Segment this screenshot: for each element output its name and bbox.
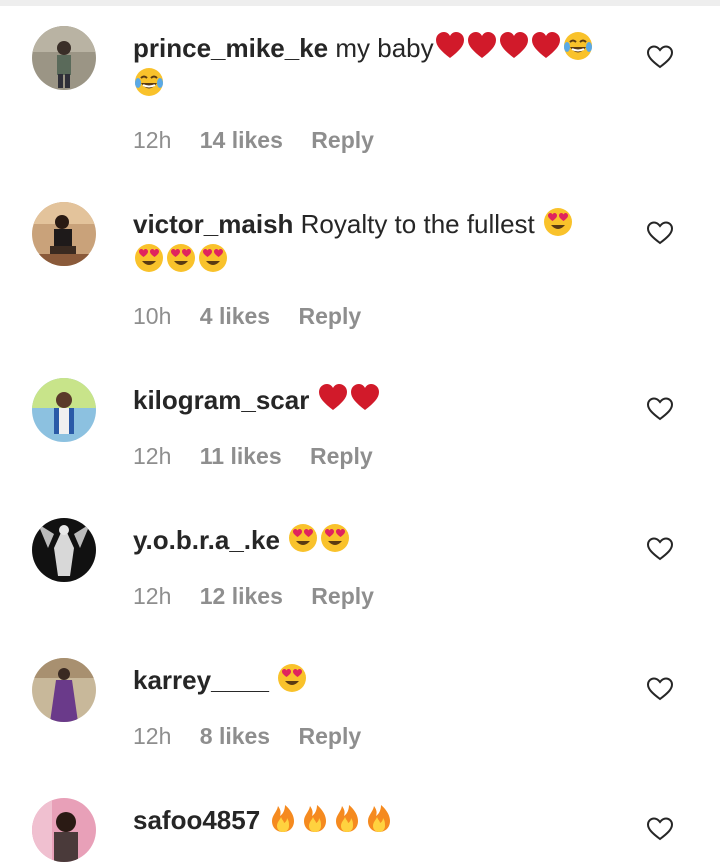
comment-username[interactable]: victor_maish (133, 209, 293, 239)
comment-meta: 10h 4 likes Reply (133, 302, 361, 330)
avatar[interactable] (32, 798, 96, 862)
heart-eyes-icon (165, 242, 197, 274)
heart-outline-icon[interactable] (646, 676, 674, 702)
comment-text: prince_mike_ke my baby (133, 30, 613, 102)
comment-meta: 12h 11 likes Reply (133, 442, 373, 470)
heart-eyes-icon (197, 242, 229, 274)
comment-text: safoo4857 (133, 802, 613, 838)
comment-meta: 12h 14 likes Reply (133, 126, 374, 154)
comment-username[interactable]: kilogram_scar (133, 385, 309, 415)
avatar[interactable] (32, 378, 96, 442)
comment-time: 10h (133, 303, 172, 329)
red-heart-icon (530, 30, 562, 62)
red-heart-icon (317, 382, 349, 414)
comment-username[interactable]: y.o.b.r.a_.ke (133, 525, 280, 555)
fire-icon (267, 802, 299, 834)
comment-time: 12h (133, 443, 172, 469)
comment-likes[interactable]: 14 likes (200, 127, 283, 153)
comment-username[interactable]: safoo4857 (133, 805, 260, 835)
red-heart-icon (434, 30, 466, 62)
heart-eyes-icon (542, 206, 574, 238)
red-heart-icon (498, 30, 530, 62)
reply-button[interactable]: Reply (311, 127, 374, 153)
red-heart-icon (349, 382, 381, 414)
comment-meta: 12h 8 likes Reply (133, 722, 361, 750)
heart-outline-icon[interactable] (646, 536, 674, 562)
comment-body: Royalty to the fullest (300, 209, 535, 239)
comment-meta: 12h 12 likes Reply (133, 582, 374, 610)
reply-button[interactable]: Reply (311, 583, 374, 609)
fire-icon (331, 802, 363, 834)
comment-likes[interactable]: 8 likes (200, 723, 270, 749)
comment-likes[interactable]: 11 likes (200, 443, 282, 469)
fire-icon (363, 802, 395, 834)
fire-icon (299, 802, 331, 834)
comment-text: karrey____ (133, 662, 613, 698)
avatar[interactable] (32, 518, 96, 582)
avatar[interactable] (32, 658, 96, 722)
heart-eyes-icon (287, 522, 319, 554)
reply-button[interactable]: Reply (299, 723, 362, 749)
reply-button[interactable]: Reply (299, 303, 362, 329)
comment-time: 12h (133, 127, 172, 153)
heart-eyes-icon (276, 662, 308, 694)
avatar[interactable] (32, 26, 96, 90)
comment-text: victor_maish Royalty to the fullest (133, 206, 613, 278)
comment-username[interactable]: prince_mike_ke (133, 33, 328, 63)
avatar[interactable] (32, 202, 96, 266)
red-heart-icon (466, 30, 498, 62)
heart-outline-icon[interactable] (646, 396, 674, 422)
laughing-tears-icon (562, 30, 594, 62)
comment-likes[interactable]: 12 likes (200, 583, 283, 609)
comment-text: kilogram_scar (133, 382, 613, 418)
comment-time: 12h (133, 723, 172, 749)
comment-text: y.o.b.r.a_.ke (133, 522, 613, 558)
comment-body: my baby (335, 33, 434, 63)
comment-username[interactable]: karrey____ (133, 665, 269, 695)
heart-eyes-icon (133, 242, 165, 274)
heart-outline-icon[interactable] (646, 44, 674, 70)
top-divider (0, 0, 720, 6)
heart-outline-icon[interactable] (646, 816, 674, 842)
reply-button[interactable]: Reply (310, 443, 373, 469)
heart-eyes-icon (319, 522, 351, 554)
heart-outline-icon[interactable] (646, 220, 674, 246)
comment-likes[interactable]: 4 likes (200, 303, 270, 329)
comment-time: 12h (133, 583, 172, 609)
laughing-tears-icon (133, 66, 165, 98)
